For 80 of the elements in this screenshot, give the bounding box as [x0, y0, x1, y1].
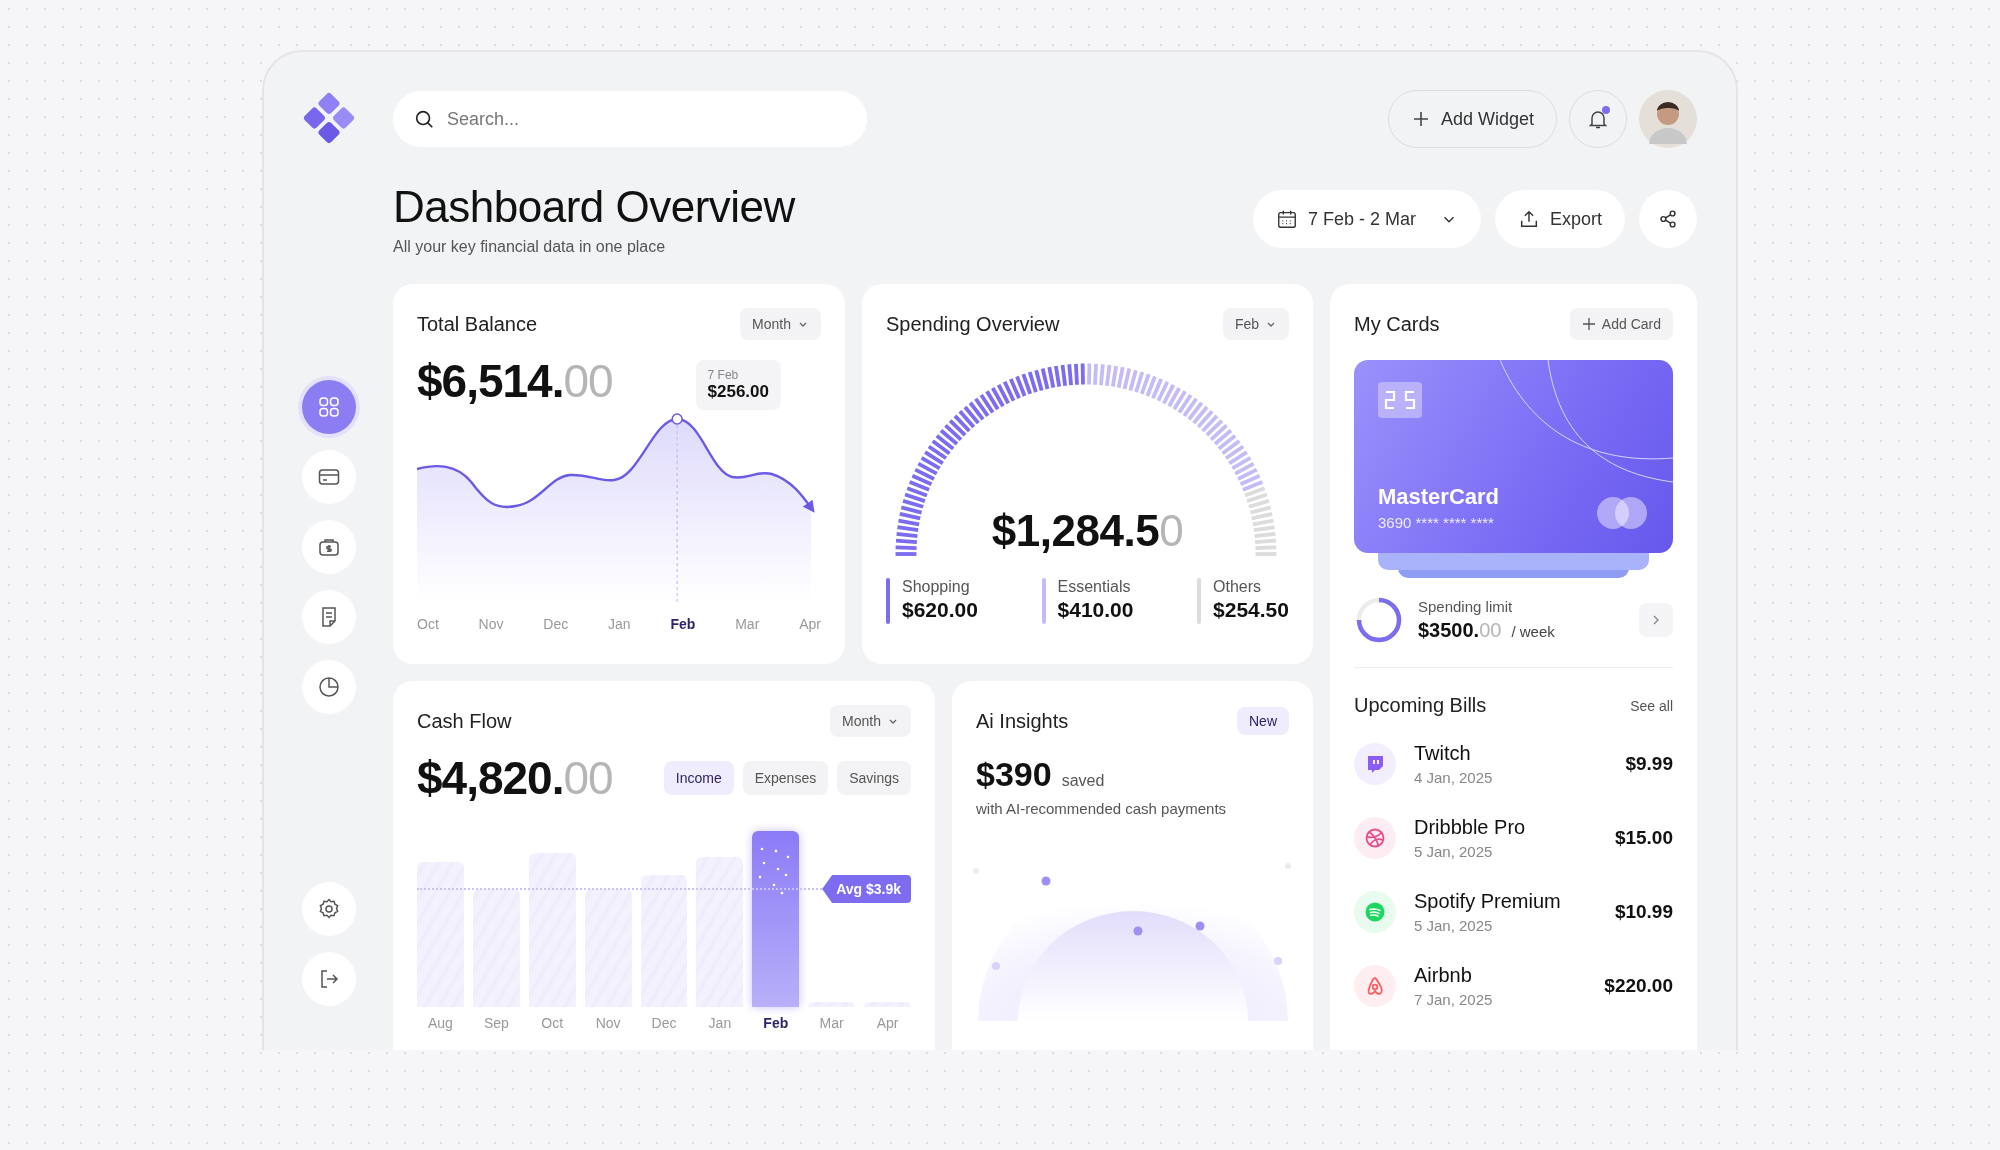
card-title: My Cards [1354, 312, 1440, 336]
page-subtitle: All your key financial data in one place [393, 238, 667, 256]
month-label: Apr [799, 616, 821, 632]
bill-name: Dribbble Pro [1414, 816, 1527, 839]
cash-flow-amount: $4,820.00 [417, 751, 613, 805]
bill-amount: $15.00 [1614, 827, 1673, 849]
grid-icon [316, 395, 341, 419]
card-title: Ai Insights [976, 709, 1069, 733]
category-name: Others [1213, 578, 1263, 596]
bill-date: 5 Jan, 2025 [1414, 843, 1494, 860]
tooltip-value: $256.00 [707, 382, 769, 402]
month-label: Feb [670, 616, 696, 632]
category-name: Essentials [1057, 578, 1132, 596]
search-field[interactable]: Search... [393, 91, 867, 147]
nav-grid-button[interactable] [301, 380, 356, 434]
bill-amount: $220.00 [1604, 975, 1673, 997]
limit-period: / week [1511, 623, 1555, 640]
saved-label: saved [1061, 772, 1105, 790]
export-button[interactable]: Export [1494, 190, 1625, 248]
card-title: Cash Flow [417, 709, 512, 733]
calendar-icon [1275, 208, 1298, 230]
search-icon [413, 108, 435, 130]
month-label: Oct [417, 616, 439, 632]
diamond-logo-icon [302, 92, 355, 144]
spending-amount: $1,284.50 [991, 506, 1184, 556]
category-name: Shopping [902, 578, 971, 596]
date-range-dropdown[interactable]: 7 Feb - 2 Mar [1252, 190, 1481, 248]
card-number: 3690 **** **** **** [1378, 514, 1495, 531]
tooltip-date: 7 Feb [707, 368, 740, 382]
month-label: Mar [819, 1015, 844, 1031]
category-amount: $254.50 [1213, 598, 1289, 622]
plus-icon [1581, 317, 1596, 331]
filter-tab[interactable]: Savings [837, 761, 911, 795]
bill-date: 4 Jan, 2025 [1414, 769, 1494, 786]
pie-chart-icon [316, 675, 341, 699]
filter-tab[interactable]: Income [663, 761, 734, 795]
see-all-link[interactable]: See all [1630, 697, 1673, 714]
month-label: Oct [541, 1015, 564, 1031]
month-label: Dec [543, 616, 569, 632]
bill-name: Spotify Premium [1414, 890, 1562, 913]
filter-tab[interactable]: Expenses [742, 761, 829, 795]
new-badge: New [1237, 707, 1289, 735]
category-amount: $410.00 [1057, 598, 1134, 622]
period-dropdown[interactable]: Month [830, 705, 911, 737]
period-dropdown[interactable]: Feb [1222, 308, 1289, 340]
limit-ring [1354, 595, 1404, 645]
month-label: Feb [763, 1015, 789, 1031]
add-card-button[interactable]: Add Card [1569, 308, 1673, 340]
card-title: Total Balance [417, 312, 538, 336]
overlapping-circles-icon [1597, 495, 1649, 531]
period-dropdown[interactable]: Month [740, 308, 821, 340]
bill-name: Airbnb [1414, 964, 1473, 987]
balance-amount: $6,514.00 [417, 354, 613, 408]
bill-date: 7 Jan, 2025 [1414, 991, 1494, 1008]
month-label: Dec [651, 1015, 677, 1031]
category-amount: $620.00 [902, 598, 978, 622]
saved-amount: $390 [976, 755, 1052, 794]
bill-date: 5 Jan, 2025 [1414, 917, 1494, 934]
card-brand-name: MasterCard [1378, 484, 1500, 510]
average-tag: Avg $3.9k [822, 875, 911, 903]
month-label: Nov [595, 1015, 621, 1031]
share-icon [1657, 208, 1679, 230]
month-label: Nov [478, 616, 504, 632]
limit-label: Spending limit [1418, 598, 1514, 615]
bill-amount: $10.99 [1614, 901, 1673, 923]
month-label: Sep [483, 1015, 509, 1031]
chip-icon [1378, 382, 1422, 418]
avatar[interactable] [1639, 90, 1697, 148]
bill-amount: $9.99 [1625, 753, 1673, 775]
month-label: Mar [735, 616, 760, 632]
section-title: Upcoming Bills [1354, 694, 1487, 717]
page-title: Dashboard Overview [393, 182, 795, 232]
card-title: Spending Overview [886, 312, 1060, 336]
month-label: Jan [608, 616, 631, 632]
month-label: Jan [708, 1015, 732, 1031]
limit-amount: $3500.00 [1418, 619, 1502, 642]
month-label: Aug [428, 1015, 453, 1031]
bill-name: Twitch [1414, 742, 1472, 765]
month-label: Apr [876, 1015, 899, 1031]
insight-text: with AI-recommended cash payments [976, 800, 1228, 817]
